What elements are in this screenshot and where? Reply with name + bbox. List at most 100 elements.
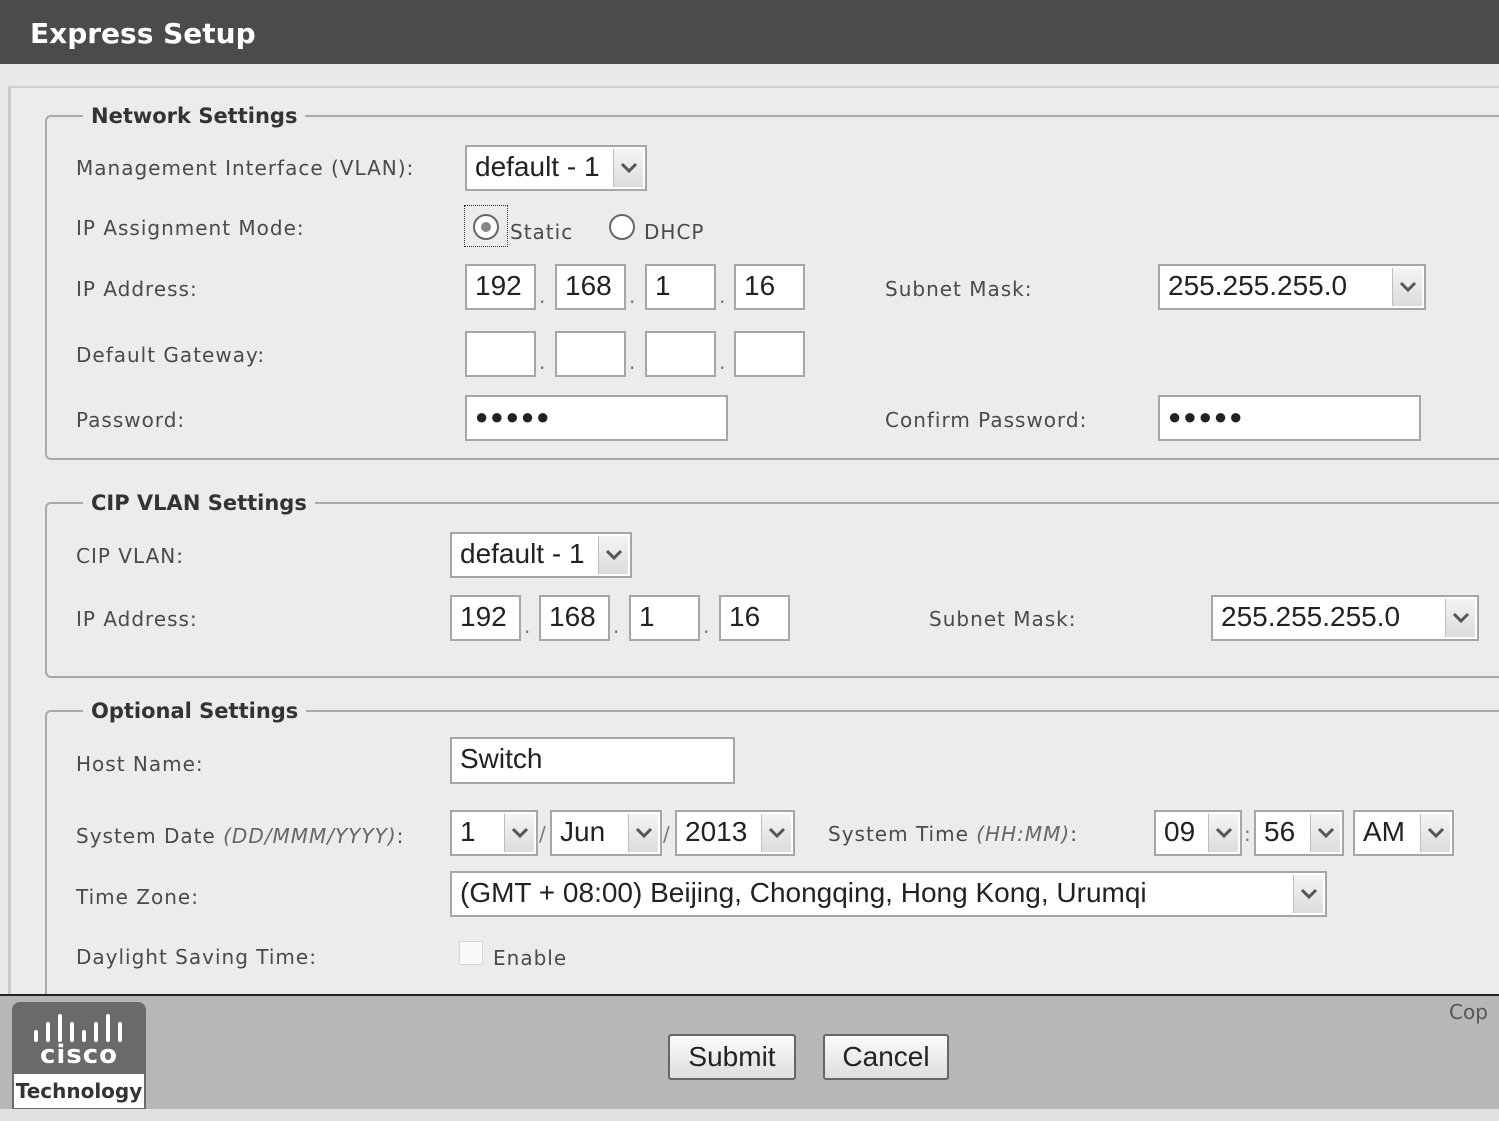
cip-subnet-mask-select[interactable]: 255.255.255.0 [1211, 595, 1479, 641]
time-hour-select[interactable]: 09 [1154, 810, 1242, 856]
ip-octet-1[interactable]: 192 [465, 264, 536, 310]
ip-octet-4[interactable]: 16 [734, 264, 805, 310]
date-month-select[interactable]: Jun [550, 810, 662, 856]
gateway-octet-3[interactable] [645, 331, 716, 377]
cisco-logo-subtext: Technology [14, 1074, 144, 1108]
chevron-down-icon[interactable] [1310, 814, 1340, 852]
time-minute-select[interactable]: 56 [1254, 810, 1344, 856]
cip-ip-separator: . [613, 614, 620, 638]
cip-subnet-mask-value: 255.255.255.0 [1221, 601, 1401, 632]
window-title: Express Setup [0, 0, 1499, 64]
ip-separator: . [719, 284, 726, 308]
mgmt-interface-value: default - 1 [475, 151, 600, 182]
confirm-password-field[interactable]: ●●●●● [1158, 395, 1421, 441]
dst-enable-checkbox[interactable] [459, 941, 483, 965]
gateway-separator: . [539, 350, 546, 374]
date-year-select[interactable]: 2013 [675, 810, 795, 856]
system-time-label: System Time (HH:MM): [828, 822, 1078, 846]
subnet-mask-value: 255.255.255.0 [1168, 270, 1348, 301]
ip-separator: . [629, 284, 636, 308]
password-label: Password: [76, 408, 186, 432]
chevron-down-icon[interactable] [761, 814, 791, 852]
date-day-value: 1 [460, 816, 476, 847]
time-minute-value: 56 [1264, 816, 1296, 847]
default-gateway-label: Default Gateway: [76, 343, 266, 367]
cip-vlan-group: CIP VLAN Settings [45, 491, 1499, 678]
system-time-format: (HH:MM) [976, 822, 1071, 846]
time-zone-select[interactable]: (GMT + 08:00) Beijing, Chongqing, Hong K… [450, 871, 1327, 917]
gateway-separator: . [629, 350, 636, 374]
cisco-logo-text: cisco [39, 1040, 119, 1070]
ip-octet-3[interactable]: 1 [645, 264, 716, 310]
cisco-logo: cisco Technology [12, 1002, 146, 1110]
password-field[interactable]: ●●●●● [465, 395, 728, 441]
host-name-input[interactable]: Switch [450, 737, 735, 784]
system-date-format: (DD/MMM/YYYY) [223, 824, 397, 848]
dhcp-radio-label[interactable]: DHCP [644, 220, 704, 244]
confirm-password-label: Confirm Password: [885, 408, 1088, 432]
ip-separator: . [539, 284, 546, 308]
date-day-select[interactable]: 1 [450, 810, 538, 856]
date-year-value: 2013 [685, 816, 748, 847]
ip-mode-label: IP Assignment Mode: [76, 216, 305, 240]
cip-ip-separator: . [703, 614, 710, 638]
cip-vlan-label: CIP VLAN: [76, 544, 184, 568]
system-date-label-text: System Date [76, 824, 216, 848]
cip-ip-octet-1[interactable]: 192 [450, 595, 521, 641]
chevron-down-icon[interactable] [1208, 814, 1238, 852]
window-bottom-edge [0, 1109, 1499, 1121]
label-colon: : [396, 824, 405, 848]
gateway-octet-1[interactable] [465, 331, 536, 377]
dst-enable-label[interactable]: Enable [493, 946, 567, 970]
dhcp-radio[interactable] [609, 214, 635, 240]
chevron-down-icon[interactable] [1392, 268, 1422, 306]
dst-label: Daylight Saving Time: [76, 945, 317, 969]
chevron-down-icon[interactable] [1445, 599, 1475, 637]
ip-address-label: IP Address: [76, 277, 198, 301]
cip-ip-address-label: IP Address: [76, 607, 198, 631]
chevron-down-icon[interactable] [1293, 875, 1323, 913]
time-ampm-value: AM [1363, 816, 1405, 847]
subnet-mask-select[interactable]: 255.255.255.0 [1158, 264, 1426, 310]
subnet-mask-label: Subnet Mask: [885, 277, 1033, 301]
chevron-down-icon[interactable] [613, 149, 643, 187]
gateway-separator: . [719, 350, 726, 374]
host-name-label: Host Name: [76, 752, 204, 776]
time-separator: : [1244, 822, 1251, 846]
label-colon: : [1070, 822, 1078, 846]
copyright-text: Cop [1449, 1000, 1488, 1024]
chevron-down-icon[interactable] [598, 536, 628, 574]
cip-vlan-select[interactable]: default - 1 [450, 532, 632, 578]
system-date-label: System Date (DD/MMM/YYYY): [76, 824, 404, 848]
chevron-down-icon[interactable] [504, 814, 534, 852]
time-zone-label: Time Zone: [76, 885, 199, 909]
chevron-down-icon[interactable] [628, 814, 658, 852]
network-settings-legend: Network Settings [91, 104, 298, 128]
cip-vlan-value: default - 1 [460, 538, 585, 569]
footer-bar: cisco Technology Submit Cancel Cop [0, 994, 1499, 1121]
ip-octet-2[interactable]: 168 [555, 264, 626, 310]
time-zone-value: (GMT + 08:00) Beijing, Chongqing, Hong K… [460, 877, 1147, 908]
date-separator: / [539, 822, 546, 846]
cip-ip-octet-3[interactable]: 1 [629, 595, 700, 641]
date-separator: / [663, 822, 670, 846]
mgmt-interface-select[interactable]: default - 1 [465, 145, 647, 191]
static-radio[interactable] [473, 214, 499, 240]
static-radio-label[interactable]: Static [510, 220, 573, 244]
cip-subnet-mask-label: Subnet Mask: [929, 607, 1077, 631]
cip-ip-octet-2[interactable]: 168 [539, 595, 610, 641]
time-hour-value: 09 [1164, 816, 1196, 847]
submit-button[interactable]: Submit [668, 1034, 796, 1080]
optional-settings-legend: Optional Settings [91, 699, 299, 723]
gateway-octet-2[interactable] [555, 331, 626, 377]
date-month-value: Jun [560, 816, 606, 847]
cip-ip-separator: . [524, 614, 531, 638]
time-ampm-select[interactable]: AM [1353, 810, 1454, 856]
gateway-octet-4[interactable] [734, 331, 805, 377]
cip-vlan-legend: CIP VLAN Settings [91, 491, 307, 515]
cancel-button[interactable]: Cancel [823, 1034, 949, 1080]
cisco-bars-icon [34, 1014, 122, 1042]
chevron-down-icon[interactable] [1420, 814, 1450, 852]
optional-settings-group: Optional Settings [45, 699, 1499, 1039]
cip-ip-octet-4[interactable]: 16 [719, 595, 790, 641]
